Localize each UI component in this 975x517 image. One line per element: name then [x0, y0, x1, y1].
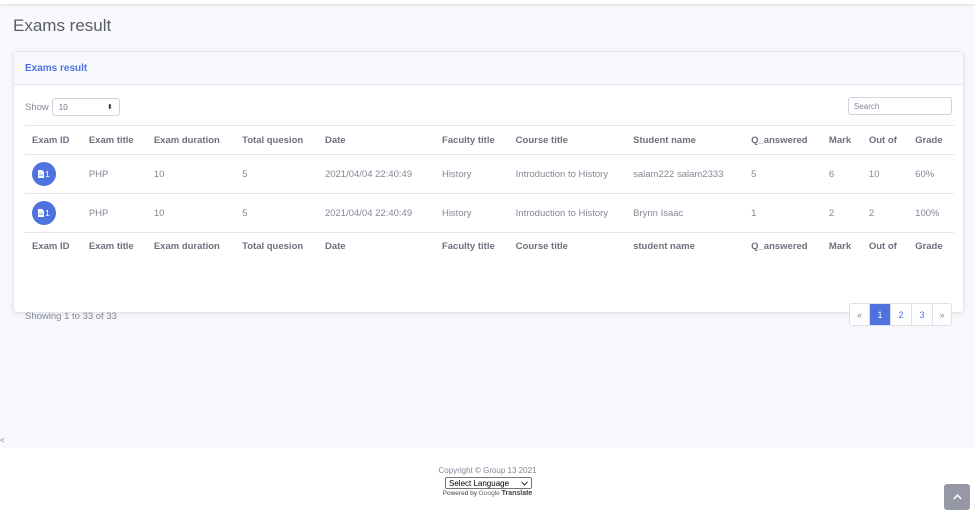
exam-id-button[interactable]: 1 [32, 162, 56, 186]
topbar [0, 0, 975, 4]
cell-faculty-title: History [434, 154, 509, 194]
footer-total-question: Total quesion [235, 232, 318, 261]
entries-select[interactable]: 10 ⬍ [51, 98, 120, 116]
page-prev-button[interactable]: « [850, 304, 869, 325]
page-3-button[interactable]: 3 [911, 304, 932, 325]
header-mark[interactable]: Mark [821, 125, 862, 155]
page-next-button[interactable]: » [932, 304, 951, 325]
table-footer-row: Exam ID Exam title Exam duration Total q… [25, 232, 954, 261]
cell-exam-title: PHP [81, 154, 147, 194]
copyright-text: Copyright © Group 13 2021 [438, 466, 537, 475]
footer-faculty-title: Faculty title [434, 232, 509, 261]
sidebar-toggle[interactable]: < [0, 436, 5, 445]
footer-date: Date [317, 232, 435, 261]
results-table: Exam ID Exam title Exam duration Total q… [25, 125, 954, 261]
cell-q-answered: 5 [744, 154, 822, 194]
cell-student-name: salam222 salam2333 [626, 154, 745, 194]
document-icon [38, 209, 45, 217]
header-out-of[interactable]: Out of [861, 125, 909, 155]
footer-grade: Grade [908, 232, 954, 261]
cell-exam-title: PHP [81, 193, 147, 233]
language-select[interactable]: Select Language [445, 477, 532, 489]
header-exam-id[interactable]: Exam ID [25, 125, 82, 155]
footer-exam-title: Exam title [81, 232, 147, 261]
cell-total-question: 5 [235, 193, 318, 233]
cell-faculty-title: History [434, 193, 509, 233]
cell-course-title: Introduction to History [508, 154, 627, 194]
exam-id-button[interactable]: 1 [32, 201, 56, 225]
chevron-down-icon [521, 480, 528, 486]
header-total-question[interactable]: Total quesion [235, 125, 318, 155]
powered-by-google-translate: Powered by Google Translate [0, 490, 975, 497]
footer-exam-id: Exam ID [25, 232, 82, 261]
header-student-name[interactable]: Student name [626, 125, 745, 155]
cell-total-question: 5 [235, 154, 318, 194]
exams-result-card: Exams result Show 10 ⬍ Exam ID Exam titl… [13, 51, 964, 326]
exam-id-value: 1 [45, 208, 50, 218]
header-q-answered[interactable]: Q_answered [744, 125, 822, 155]
page-2-button[interactable]: 2 [890, 304, 911, 325]
header-date[interactable]: Date [317, 125, 435, 155]
language-select-value: Select Language [449, 478, 510, 488]
table-header-row: Exam ID Exam title Exam duration Total q… [25, 125, 954, 155]
card-header: Exams result [14, 52, 963, 85]
header-exam-title[interactable]: Exam title [81, 125, 147, 155]
select-arrows-icon: ⬍ [106, 104, 113, 111]
page-1-button[interactable]: 1 [869, 304, 890, 325]
entries-select-value: 10 [58, 102, 68, 112]
footer-out-of: Out of [861, 232, 909, 261]
footer-exam-duration: Exam duration [146, 232, 236, 261]
search-input[interactable] [848, 97, 952, 115]
cell-student-name: Brynn Isaac [626, 193, 745, 233]
header-faculty-title[interactable]: Faculty title [434, 125, 509, 155]
chevron-up-icon [952, 494, 962, 500]
powered-by-label: Powered by [442, 490, 477, 497]
cell-out-of: 10 [861, 154, 909, 194]
cell-exam-id: 1 [25, 154, 82, 194]
exam-id-value: 1 [45, 169, 50, 179]
show-entries: Show 10 ⬍ [25, 98, 120, 116]
footer-course-title: Course title [508, 232, 627, 261]
table-row: 1 PHP 10 5 2021/04/04 22:40:49 History I… [25, 154, 954, 194]
pagination: « 1 2 3 » [849, 303, 952, 326]
footer-q-answered: Q_answered [744, 232, 822, 261]
cell-exam-id: 1 [25, 193, 82, 233]
header-course-title[interactable]: Course title [508, 125, 627, 155]
header-exam-duration[interactable]: Exam duration [146, 125, 236, 155]
cell-date: 2021/04/04 22:40:49 [317, 154, 435, 194]
cell-exam-duration: 10 [146, 154, 236, 194]
cell-mark: 2 [821, 193, 862, 233]
footer: Copyright © Group 13 2021 Select Languag… [0, 448, 975, 517]
cell-grade: 100% [908, 193, 954, 233]
cell-course-title: Introduction to History [508, 193, 627, 233]
cell-date: 2021/04/04 22:40:49 [317, 193, 435, 233]
scroll-to-top-button[interactable] [944, 484, 970, 510]
table-row: 1 PHP 10 5 2021/04/04 22:40:49 History I… [25, 193, 954, 233]
document-icon [38, 170, 45, 178]
cell-mark: 6 [821, 154, 862, 194]
footer-student-name: student name [626, 232, 745, 261]
translate-link[interactable]: Translate [502, 490, 533, 497]
cell-q-answered: 1 [744, 193, 822, 233]
header-grade[interactable]: Grade [908, 125, 954, 155]
cell-grade: 60% [908, 154, 954, 194]
table-info: Showing 1 to 33 of 33 [25, 311, 117, 322]
footer-mark: Mark [821, 232, 862, 261]
page-title: Exams result [13, 16, 112, 35]
show-label: Show [25, 101, 49, 113]
cell-out-of: 2 [861, 193, 909, 233]
google-logo: Google [478, 490, 500, 497]
cell-exam-duration: 10 [146, 193, 236, 233]
